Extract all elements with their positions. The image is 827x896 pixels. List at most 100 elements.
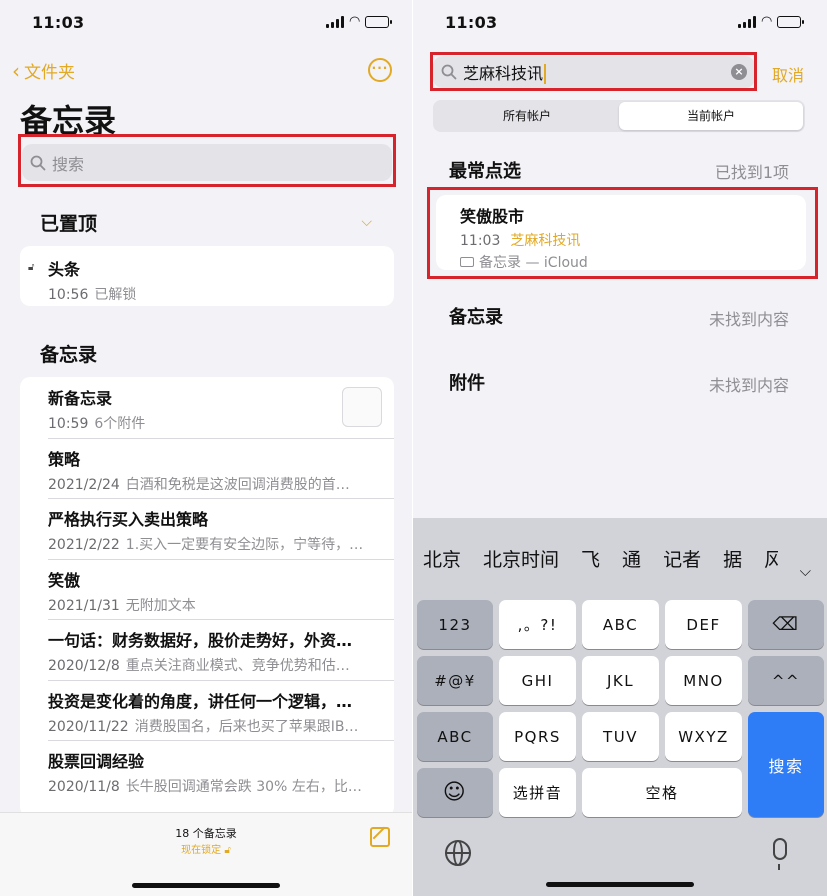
key-def[interactable]: DEF — [665, 600, 742, 649]
candidate-bar: 北京 北京时间 飞 通 记者 据 风 — [413, 518, 827, 598]
search-result[interactable]: 笑傲股市 11:03 芝麻科技讯 备忘录 — iCloud — [436, 195, 806, 271]
folder-icon — [460, 257, 474, 267]
result-folder: 备忘录 — iCloud — [479, 255, 588, 271]
note-date: 2020/12/8 — [48, 658, 120, 674]
list-item[interactable]: 新备忘录 10:59 6个附件 — [20, 377, 394, 438]
compose-icon[interactable] — [370, 827, 390, 847]
note-date: 10:59 — [48, 416, 89, 432]
bottom-toolbar: 18 个备忘录 现在锁定 🔓︎ — [0, 812, 412, 896]
search-query: 芝麻科技讯 — [463, 60, 547, 85]
candidate-word[interactable]: 记者 — [663, 545, 701, 572]
delete-key[interactable]: ⌫ — [748, 600, 824, 649]
keyboard: 北京 北京时间 飞 通 记者 据 风 ⌵ 123 ,。?! ABC DEF ⌫ … — [413, 518, 827, 896]
key-abc-switch[interactable]: ABC — [417, 712, 493, 761]
key-punctuation[interactable]: ,。?! — [499, 600, 576, 649]
result-title: 笑傲股市 — [460, 207, 525, 226]
key-pqrs[interactable]: PQRS — [499, 712, 576, 761]
cellular-signal-icon — [326, 16, 344, 28]
note-title: 头条 — [48, 260, 81, 279]
list-item[interactable]: 投资是变化着的角度，讲任何一个逻辑，… 2020/11/22 消费股国名，后来也买… — [20, 679, 394, 741]
note-title: 策略 — [48, 449, 81, 469]
key-tuv[interactable]: TUV — [582, 712, 659, 761]
cellular-signal-icon — [738, 16, 756, 28]
more-options-icon[interactable]: ··· — [368, 58, 392, 82]
attachment-thumbnail — [342, 387, 382, 427]
battery-icon — [365, 16, 393, 28]
result-match: 芝麻科技讯 — [510, 233, 581, 249]
unlocked-icon: 🔓︎ — [28, 262, 35, 273]
note-date: 2021/1/31 — [48, 597, 120, 614]
search-screen: 11:03 ◠ 芝麻科技讯 × 取消 所有帐户 当前帐户 最常点选 已找到1项 … — [413, 0, 827, 896]
search-value: 芝麻科技讯 — [463, 63, 544, 83]
text-caret — [544, 64, 547, 85]
search-input[interactable]: 芝麻科技讯 × — [433, 56, 755, 88]
list-item[interactable]: 严格执行买入卖出策略 2021/2/22 1.买入一定要有安全边际，宁等待，… — [20, 498, 394, 559]
notes-list: 新备忘录 10:59 6个附件 策略 2021/2/24 白酒和免税是这波回调消费股… — [20, 377, 394, 817]
microphone-icon[interactable] — [773, 838, 787, 870]
back-button[interactable]: ‹ 文件夹 — [12, 58, 75, 84]
home-indicator — [546, 882, 694, 887]
key-emoticon[interactable]: ^^ — [748, 656, 824, 705]
key-123[interactable]: 123 — [417, 600, 493, 649]
key-wxyz[interactable]: WXYZ — [665, 712, 742, 761]
note-title: 投资是变化着的角度，讲任何一个逻辑，… — [48, 691, 353, 711]
clear-icon[interactable]: × — [731, 64, 747, 80]
key-ghi[interactable]: GHI — [499, 656, 576, 705]
key-abc[interactable]: ABC — [582, 600, 659, 649]
globe-icon[interactable] — [445, 840, 471, 866]
search-icon — [30, 155, 46, 170]
notes-header: 备忘录 — [40, 344, 98, 366]
space-key[interactable]: 空格 — [582, 768, 742, 817]
note-detail: 重点关注商业模式、竞争优势和估… — [125, 658, 350, 674]
candidate-word[interactable]: 风 — [764, 545, 778, 572]
back-label: 文件夹 — [24, 63, 75, 83]
list-item[interactable]: 一句话：财务数据好，股价走势好，外资… 2020/12/8 重点关注商业模式、竞争… — [20, 619, 394, 680]
search-field[interactable]: 搜索 — [22, 144, 392, 181]
notes-section-status: 未找到内容 — [708, 310, 789, 329]
lock-icon: 🔓︎ — [224, 845, 231, 856]
notes-list-screen: 11:03 ◠ ‹ 文件夹 ··· 备忘录 搜索 已置顶 ⌵ 🔓︎ 头条 10:… — [0, 0, 412, 896]
top-hits-count: 已找到1项 — [714, 163, 789, 182]
key-select-pinyin[interactable]: 选拼音 — [499, 768, 576, 817]
chevron-down-icon[interactable]: ⌵ — [800, 562, 811, 580]
emoji-key[interactable]: ☺ — [417, 768, 493, 817]
top-hits-header: 最常点选 — [449, 161, 521, 182]
segment-all-accounts[interactable]: 所有帐户 — [435, 102, 619, 130]
list-item[interactable]: 股票回调经验 2020/11/8 长牛股回调通常会跌 30% 左右，比… — [20, 740, 394, 801]
candidate-word[interactable]: 北京 — [423, 545, 461, 572]
list-item[interactable]: 笑傲 2021/1/31 无附加文本 — [20, 558, 394, 620]
home-indicator — [132, 883, 280, 888]
list-item[interactable]: 策略 2021/2/24 白酒和免税是这波回调消费股的首… — [20, 437, 394, 499]
key-mno[interactable]: MNO — [665, 656, 742, 705]
note-title: 笑傲 — [48, 570, 81, 590]
attachments-section-header: 附件 — [449, 373, 485, 394]
candidate-word[interactable]: 通 — [622, 545, 641, 572]
note-date: 10:56 — [48, 287, 89, 303]
note-detail: 白酒和免税是这波回调消费股的首… — [125, 476, 350, 493]
status-time: 11:03 — [445, 13, 498, 32]
battery-icon — [777, 16, 805, 28]
key-jkl[interactable]: JKL — [582, 656, 659, 705]
key-symbols[interactable]: #@¥ — [417, 656, 493, 705]
lock-now-button[interactable]: 现在锁定 🔓︎ — [0, 841, 412, 856]
candidate-word[interactable]: 据 — [723, 545, 742, 572]
lock-now-label: 现在锁定 — [181, 845, 222, 856]
chevron-down-icon[interactable]: ⌵ — [361, 214, 372, 230]
note-date: 2020/11/8 — [48, 779, 120, 795]
pinned-note[interactable]: 🔓︎ 头条 10:56 已解锁 — [20, 246, 394, 306]
note-detail: 已解锁 — [94, 287, 137, 303]
candidate-word[interactable]: 飞 — [581, 545, 600, 572]
pinned-header: 已置顶 — [40, 213, 98, 235]
wifi-icon: ◠ — [349, 14, 361, 29]
segment-current-account[interactable]: 当前帐户 — [619, 102, 803, 130]
notes-count: 18 个备忘录 — [175, 827, 237, 840]
status-time: 11:03 — [32, 13, 85, 32]
status-icons: ◠ — [326, 14, 393, 29]
wifi-icon: ◠ — [761, 14, 773, 29]
chevron-left-icon: ‹ — [12, 58, 20, 83]
cancel-button[interactable]: 取消 — [772, 62, 804, 86]
note-title: 严格执行买入卖出策略 — [48, 510, 209, 529]
search-return-key[interactable]: 搜索 — [748, 712, 824, 817]
note-detail: 无附加文本 — [125, 597, 196, 614]
candidate-word[interactable]: 北京时间 — [483, 545, 559, 572]
